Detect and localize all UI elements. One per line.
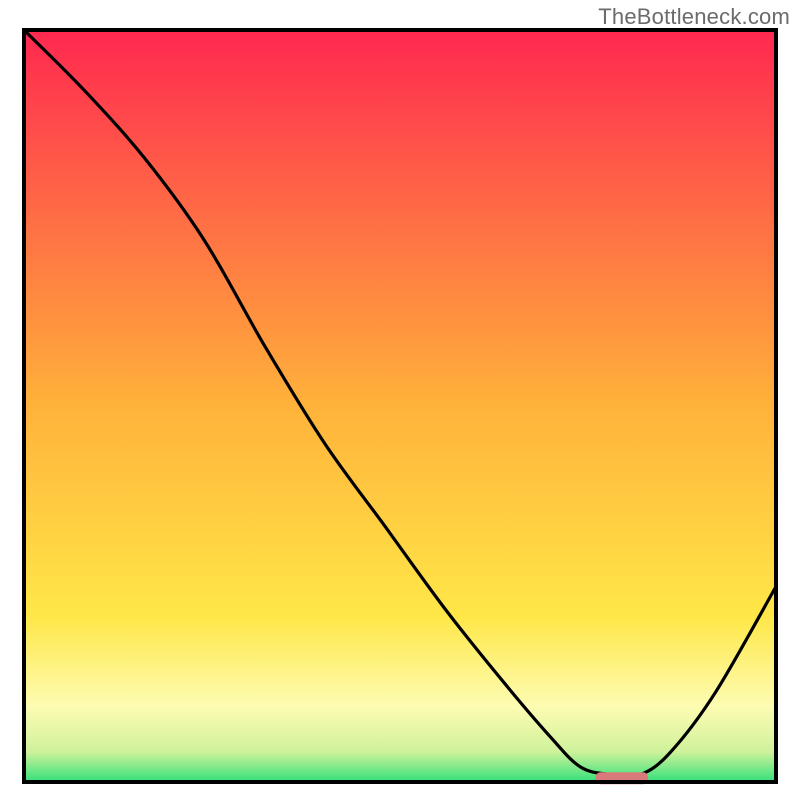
plot-background-gradient [24,30,776,782]
chart-container: TheBottleneck.com [0,0,800,800]
bottleneck-chart [0,0,800,800]
plot-area [24,30,776,784]
watermark-text: TheBottleneck.com [598,4,790,30]
